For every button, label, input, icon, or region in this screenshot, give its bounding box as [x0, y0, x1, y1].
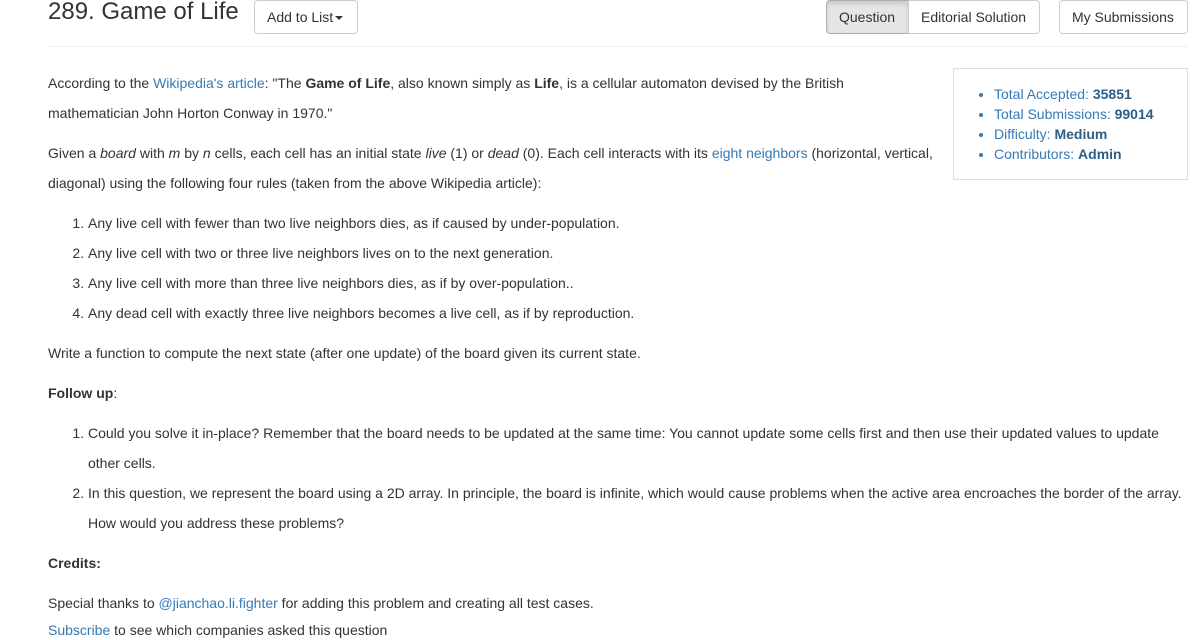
task-paragraph: Write a function to compute the next sta… [48, 345, 641, 361]
credits-paragraph: Special thanks to @jianchao.li.fighter f… [48, 588, 1188, 618]
text: According to the [48, 75, 154, 91]
italic-text: m [168, 145, 181, 161]
given-paragraph: Given a board with m by n cells, each ce… [48, 138, 938, 198]
add-to-list-button[interactable]: Add to List [254, 0, 358, 34]
bold-text: Game of Life [305, 75, 391, 91]
italic-text: dead [487, 145, 519, 161]
text: , also known simply as [390, 75, 535, 91]
italic-text: board [100, 145, 136, 161]
list-item: Any dead cell with exactly three live ne… [88, 298, 1188, 328]
text: with [135, 145, 169, 161]
subscribe-line: Subscribe to see which companies asked t… [48, 620, 387, 640]
text: for adding this problem and creating all… [277, 595, 594, 611]
problem-description: According to the Wikipedia's article: "T… [48, 68, 1188, 628]
list-item: Could you solve it in-place? Remember th… [88, 418, 1188, 478]
followup-heading: Follow up: [48, 378, 1188, 408]
intro-paragraph: According to the Wikipedia's article: "T… [48, 68, 938, 128]
italic-text: n [202, 145, 211, 161]
subscribe-link[interactable]: Subscribe [48, 622, 110, 638]
page-title: 289. Game of Life [48, 0, 239, 25]
bold-text: Life [534, 75, 560, 91]
credits-label: Credits: [48, 555, 101, 571]
text: (0). Each cell interacts with its [518, 145, 712, 161]
text: Special thanks to [48, 595, 159, 611]
credits-heading: Credits: [48, 548, 1188, 578]
add-to-list-label: Add to List [267, 9, 334, 25]
tab-question[interactable]: Question [826, 0, 909, 34]
text: to see which companies asked this questi… [110, 622, 388, 638]
author-link[interactable]: @jianchao.li.fighter [159, 595, 278, 611]
italic-text: live [425, 145, 447, 161]
text: cells, each cell has an initial state [210, 145, 426, 161]
text: : [113, 385, 118, 401]
text: (1) or [446, 145, 488, 161]
my-submissions-button[interactable]: My Submissions [1059, 0, 1188, 34]
tab-editorial-solution[interactable]: Editorial Solution [908, 0, 1040, 34]
wikipedia-link[interactable]: Wikipedia's article [153, 75, 265, 91]
rules-list: Any live cell with fewer than two live n… [48, 208, 1188, 328]
description-intro: According to the Wikipedia's article: "T… [48, 68, 938, 198]
caret-down-icon [335, 16, 344, 21]
eight-neighbors-link[interactable]: eight neighbors [712, 145, 808, 161]
list-item: Any live cell with more than three live … [88, 268, 1188, 298]
text: : "The [264, 75, 306, 91]
followup-label: Follow up [48, 385, 114, 401]
text: by [180, 145, 203, 161]
text: Given a [48, 145, 101, 161]
list-item: In this question, we represent the board… [88, 478, 1188, 538]
followup-list: Could you solve it in-place? Remember th… [48, 418, 1188, 538]
list-item: Any live cell with two or three live nei… [88, 238, 1188, 268]
problem-header: 289. Game of Life Add to List Question E… [0, 0, 1199, 47]
header-divider [48, 46, 1188, 47]
list-item: Any live cell with fewer than two live n… [88, 208, 1188, 238]
